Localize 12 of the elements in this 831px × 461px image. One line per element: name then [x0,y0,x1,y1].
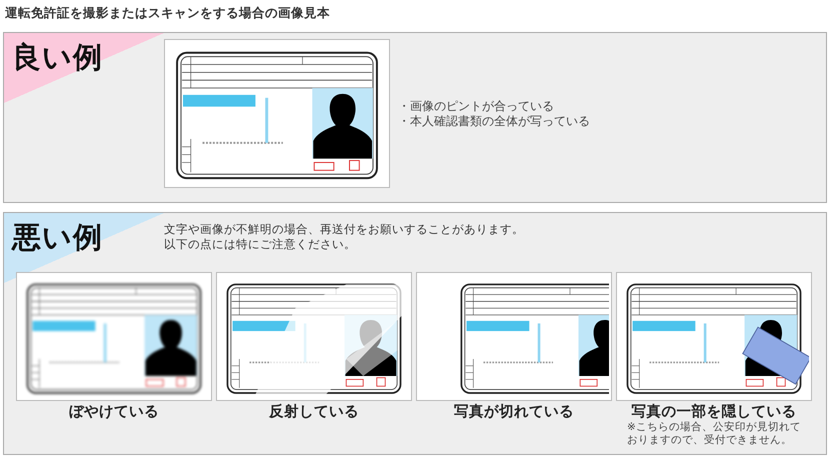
notice-text: 文字や画像が不鮮明の場合、再送付をお願いすることがあります。 [164,222,524,237]
notice-text: 以下の点には特にご注意ください。 [164,237,357,252]
example-caption: ぼやけている [69,403,159,421]
example-note: ※こちらの場合、公安印が見切れておりますので、受付できません。 [626,421,802,447]
example-caption: 写真が切れている [454,403,574,421]
point-text: ・画像のピントが合っている [398,99,555,114]
example-caption: 写真の一部を隠している [632,403,796,421]
section-label: 悪い例 [10,219,104,255]
page-title: 運転免許証を撮影またはスキャンをする場合の画像見本 [5,4,331,22]
example-caption: 反射している [269,403,359,421]
section-label: 良い例 [11,39,104,75]
point-text: ・本人確認書類の全体が写っている [398,114,590,129]
